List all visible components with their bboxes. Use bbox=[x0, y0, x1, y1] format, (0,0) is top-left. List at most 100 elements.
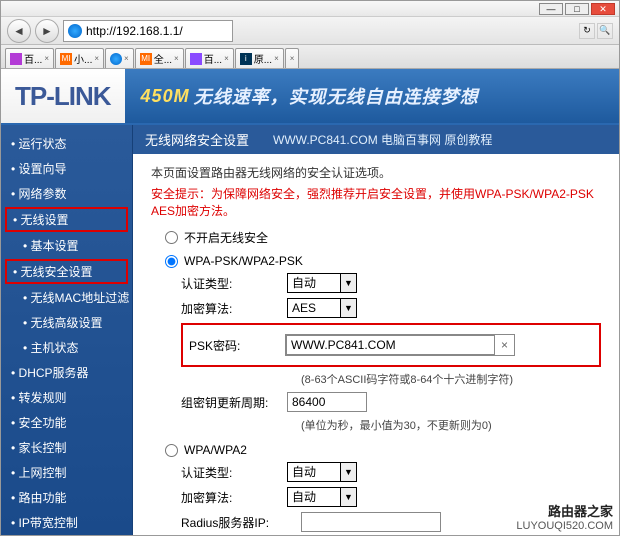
window-minimize-button[interactable]: — bbox=[539, 3, 563, 15]
browser-tab[interactable]: 百...× bbox=[5, 48, 54, 68]
chevron-down-icon: ▼ bbox=[340, 463, 356, 481]
tab-close-icon[interactable]: × bbox=[124, 54, 129, 63]
tab-label: 百... bbox=[204, 51, 222, 66]
auth-type-label: 认证类型: bbox=[181, 275, 287, 292]
favicon-icon bbox=[110, 53, 122, 65]
window-titlebar: — □ ✕ bbox=[1, 1, 619, 17]
sidebar-item[interactable]: 无线高级设置 bbox=[1, 310, 132, 335]
tab-close-icon[interactable]: × bbox=[44, 54, 49, 63]
psk-hint: (8-63个ASCII码字符或8-64个十六进制字符) bbox=[301, 371, 601, 387]
tab-label: 全... bbox=[154, 51, 172, 66]
panel-source-tag: WWW.PC841.COM 电脑百事网 原创教程 bbox=[273, 131, 492, 148]
tab-close-icon[interactable]: × bbox=[274, 54, 279, 63]
refresh-icon[interactable]: ↻ bbox=[579, 23, 595, 39]
radio-label: 不开启无线安全 bbox=[184, 229, 268, 246]
sidebar-item[interactable]: 无线安全设置 bbox=[5, 259, 128, 284]
radio-no-security[interactable]: 不开启无线安全 bbox=[165, 229, 601, 246]
content-pane: 无线网络安全设置 WWW.PC841.COM 电脑百事网 原创教程 本页面设置路… bbox=[133, 125, 619, 535]
sidebar-item[interactable]: 主机状态 bbox=[1, 335, 132, 360]
chevron-down-icon: ▼ bbox=[340, 274, 356, 292]
sidebar-item[interactable]: 家长控制 bbox=[1, 435, 132, 460]
radio-input[interactable] bbox=[165, 255, 178, 268]
chevron-down-icon: ▼ bbox=[340, 488, 356, 506]
encryption-select-2[interactable]: 自动 ▼ bbox=[287, 487, 357, 507]
addr-tools: ↻ 🔍 bbox=[579, 23, 613, 39]
sidebar-item[interactable]: 设置向导 bbox=[1, 156, 132, 181]
panel-warning: 安全提示：为保障网络安全，强烈推荐开启安全设置，并使用WPA-PSK/WPA2-… bbox=[151, 185, 601, 219]
tab-close-icon[interactable]: × bbox=[94, 54, 99, 63]
browser-tab[interactable]: i原...× bbox=[235, 48, 284, 68]
auth-type-select-2[interactable]: 自动 ▼ bbox=[287, 462, 357, 482]
favicon-icon bbox=[10, 53, 22, 65]
tab-close-icon[interactable]: × bbox=[174, 54, 179, 63]
psk-password-highlight: PSK密码: × bbox=[181, 323, 601, 367]
encryption-select[interactable]: AES ▼ bbox=[287, 298, 357, 318]
sidebar-item[interactable]: 运行状态 bbox=[1, 131, 132, 156]
sidebar-item[interactable]: DHCP服务器 bbox=[1, 360, 132, 385]
address-bar: ◄ ► http://192.168.1.1/ ↻ 🔍 bbox=[1, 17, 619, 45]
tab-label: 小... bbox=[74, 51, 92, 66]
brand-logo: TP-LINK bbox=[1, 81, 125, 112]
auth-type-select[interactable]: 自动 ▼ bbox=[287, 273, 357, 293]
tab-strip: 百...× MI小...× × MI全...× 百...× i原...× × bbox=[1, 45, 619, 69]
sidebar-item[interactable]: 安全功能 bbox=[1, 410, 132, 435]
group-key-hint: (单位为秒，最小值为30，不更新则为0) bbox=[301, 417, 601, 433]
panel-title-text: 无线网络安全设置 bbox=[145, 130, 249, 149]
browser-tab[interactable]: × bbox=[105, 48, 134, 68]
encryption-label-2: 加密算法: bbox=[181, 489, 287, 506]
sidebar-item[interactable]: 上网控制 bbox=[1, 460, 132, 485]
radio-label: WPA/WPA2 bbox=[184, 443, 247, 457]
select-value: 自动 bbox=[292, 465, 316, 479]
sidebar-nav: 运行状态设置向导网络参数无线设置基本设置无线安全设置无线MAC地址过滤无线高级设… bbox=[1, 125, 133, 535]
clear-input-icon[interactable]: × bbox=[495, 338, 514, 352]
sidebar-item[interactable]: IP带宽控制 bbox=[1, 510, 132, 535]
tab-close-icon[interactable]: × bbox=[290, 54, 295, 63]
group-key-label: 组密钥更新周期: bbox=[181, 394, 287, 411]
auth-type-label-2: 认证类型: bbox=[181, 464, 287, 481]
group-key-input[interactable] bbox=[287, 392, 367, 412]
window-maximize-button[interactable]: □ bbox=[565, 3, 589, 15]
radio-input[interactable] bbox=[165, 231, 178, 244]
search-icon[interactable]: 🔍 bbox=[597, 23, 613, 39]
watermark-brand: 路由器之家 bbox=[516, 505, 613, 519]
watermark: 路由器之家 LUYOUQI520.COM bbox=[516, 505, 613, 533]
psk-label: PSK密码: bbox=[189, 337, 285, 354]
radio-input[interactable] bbox=[165, 444, 178, 457]
radio-label: WPA-PSK/WPA2-PSK bbox=[184, 254, 303, 268]
sidebar-item[interactable]: 网络参数 bbox=[1, 181, 132, 206]
panel-description: 本页面设置路由器无线网络的安全认证选项。 bbox=[151, 164, 601, 181]
radius-ip-input[interactable] bbox=[301, 512, 441, 532]
url-field[interactable]: http://192.168.1.1/ bbox=[63, 20, 233, 42]
psk-password-input[interactable] bbox=[286, 335, 495, 355]
header-banner: 450M 无线速率，实现无线自由连接梦想 bbox=[125, 69, 619, 123]
favicon-icon: i bbox=[240, 53, 252, 65]
psk-input-wrapper: × bbox=[285, 334, 515, 356]
tab-close-icon[interactable]: × bbox=[224, 54, 229, 63]
select-value: 自动 bbox=[292, 276, 316, 290]
chevron-down-icon: ▼ bbox=[340, 299, 356, 317]
panel-title: 无线网络安全设置 WWW.PC841.COM 电脑百事网 原创教程 bbox=[133, 125, 619, 154]
favicon-icon bbox=[190, 53, 202, 65]
browser-tab[interactable]: MI全...× bbox=[135, 48, 184, 68]
select-value: 自动 bbox=[292, 490, 316, 504]
url-text: http://192.168.1.1/ bbox=[86, 24, 228, 38]
banner-text: 无线速率，实现无线自由连接梦想 bbox=[194, 83, 479, 109]
browser-tab[interactable]: 百...× bbox=[185, 48, 234, 68]
favicon-icon: MI bbox=[140, 53, 152, 65]
browser-tab[interactable]: × bbox=[285, 48, 300, 68]
router-page: TP-LINK 450M 无线速率，实现无线自由连接梦想 运行状态设置向导网络参… bbox=[1, 69, 619, 535]
browser-tab[interactable]: MI小...× bbox=[55, 48, 104, 68]
sidebar-item[interactable]: 路由功能 bbox=[1, 485, 132, 510]
radio-wpa[interactable]: WPA/WPA2 bbox=[165, 443, 601, 457]
window-close-button[interactable]: ✕ bbox=[591, 3, 615, 15]
nav-forward-button[interactable]: ► bbox=[35, 19, 59, 43]
sidebar-item[interactable]: 无线设置 bbox=[5, 207, 128, 232]
tab-label: 原... bbox=[254, 51, 272, 66]
sidebar-item[interactable]: 转发规则 bbox=[1, 385, 132, 410]
radio-wpa-psk[interactable]: WPA-PSK/WPA2-PSK bbox=[165, 254, 601, 268]
sidebar-item[interactable]: 基本设置 bbox=[1, 233, 132, 258]
select-value: AES bbox=[292, 301, 316, 315]
sidebar-item[interactable]: 无线MAC地址过滤 bbox=[1, 285, 132, 310]
radius-ip-label: Radius服务器IP: bbox=[181, 514, 301, 531]
nav-back-button[interactable]: ◄ bbox=[7, 19, 31, 43]
